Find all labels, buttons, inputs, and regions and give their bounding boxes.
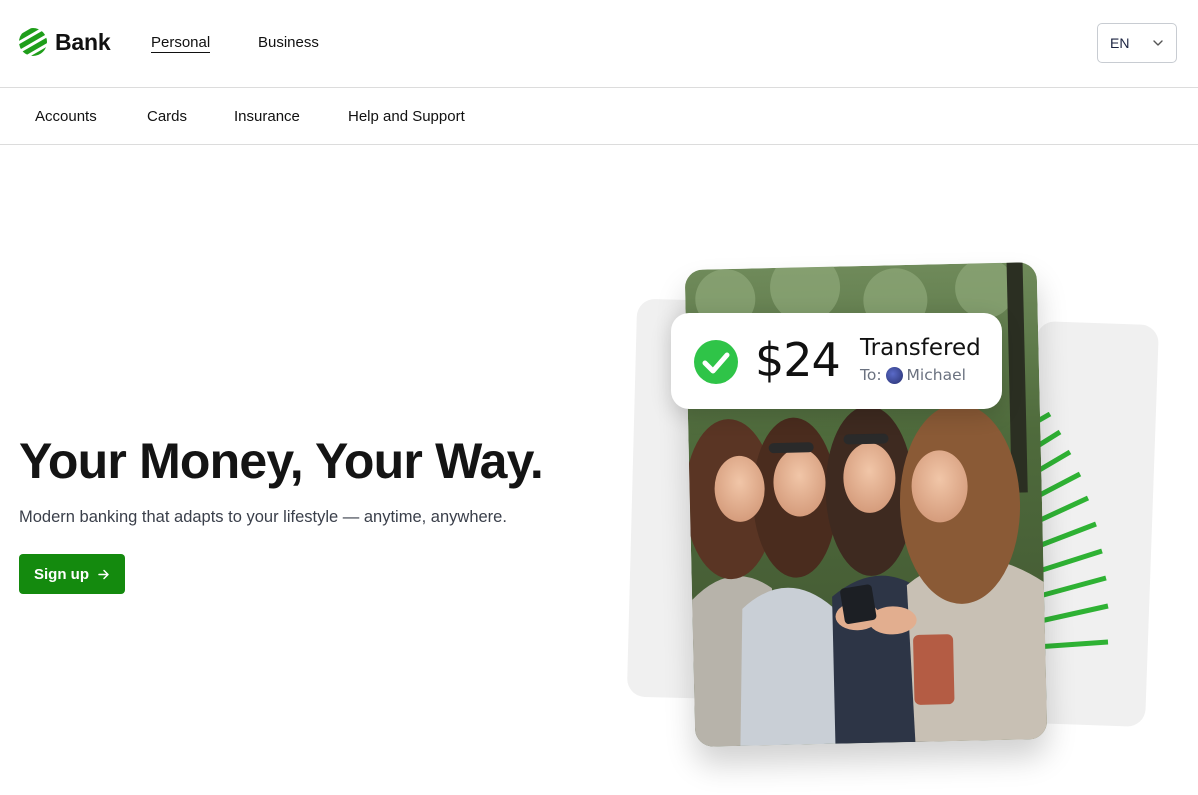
check-circle-icon [694,340,738,384]
subnav-cards[interactable]: Cards [147,108,187,125]
transfer-recipient-name: Michael [906,366,966,384]
avatar [885,366,903,384]
brand-name: Bank [55,28,111,55]
arrow-right-icon [98,569,109,579]
signup-button-label: Sign up [34,565,89,583]
hero-subtitle: Modern banking that adapts to your lifes… [19,508,507,526]
bank-logo-icon [19,28,47,56]
language-value: EN [1110,35,1130,51]
transfer-to-prefix: To: [860,366,882,384]
subnav-help-support[interactable]: Help and Support [348,108,465,125]
subnav-accounts[interactable]: Accounts [35,108,97,125]
language-select[interactable]: EN [1097,23,1177,63]
hero-title: Your Money, Your Way. [19,433,544,489]
transfer-notification-card: $24 Transfered To: Michael [671,313,1002,409]
transfer-amount: $24 [755,333,841,387]
signup-button[interactable]: Sign up [19,554,125,594]
transfer-recipient-line: To: Michael [860,366,966,384]
secondary-nav: Accounts Cards Insurance Help and Suppor… [0,88,1198,145]
chevron-down-icon [1153,40,1163,46]
top-header: Bank Personal Business EN [0,0,1198,88]
subnav-insurance[interactable]: Insurance [234,108,300,125]
brand-logo[interactable]: Bank [18,27,111,57]
nav-business[interactable]: Business [258,34,319,51]
nav-personal[interactable]: Personal [151,34,211,53]
transfer-status: Transfered [860,335,981,361]
